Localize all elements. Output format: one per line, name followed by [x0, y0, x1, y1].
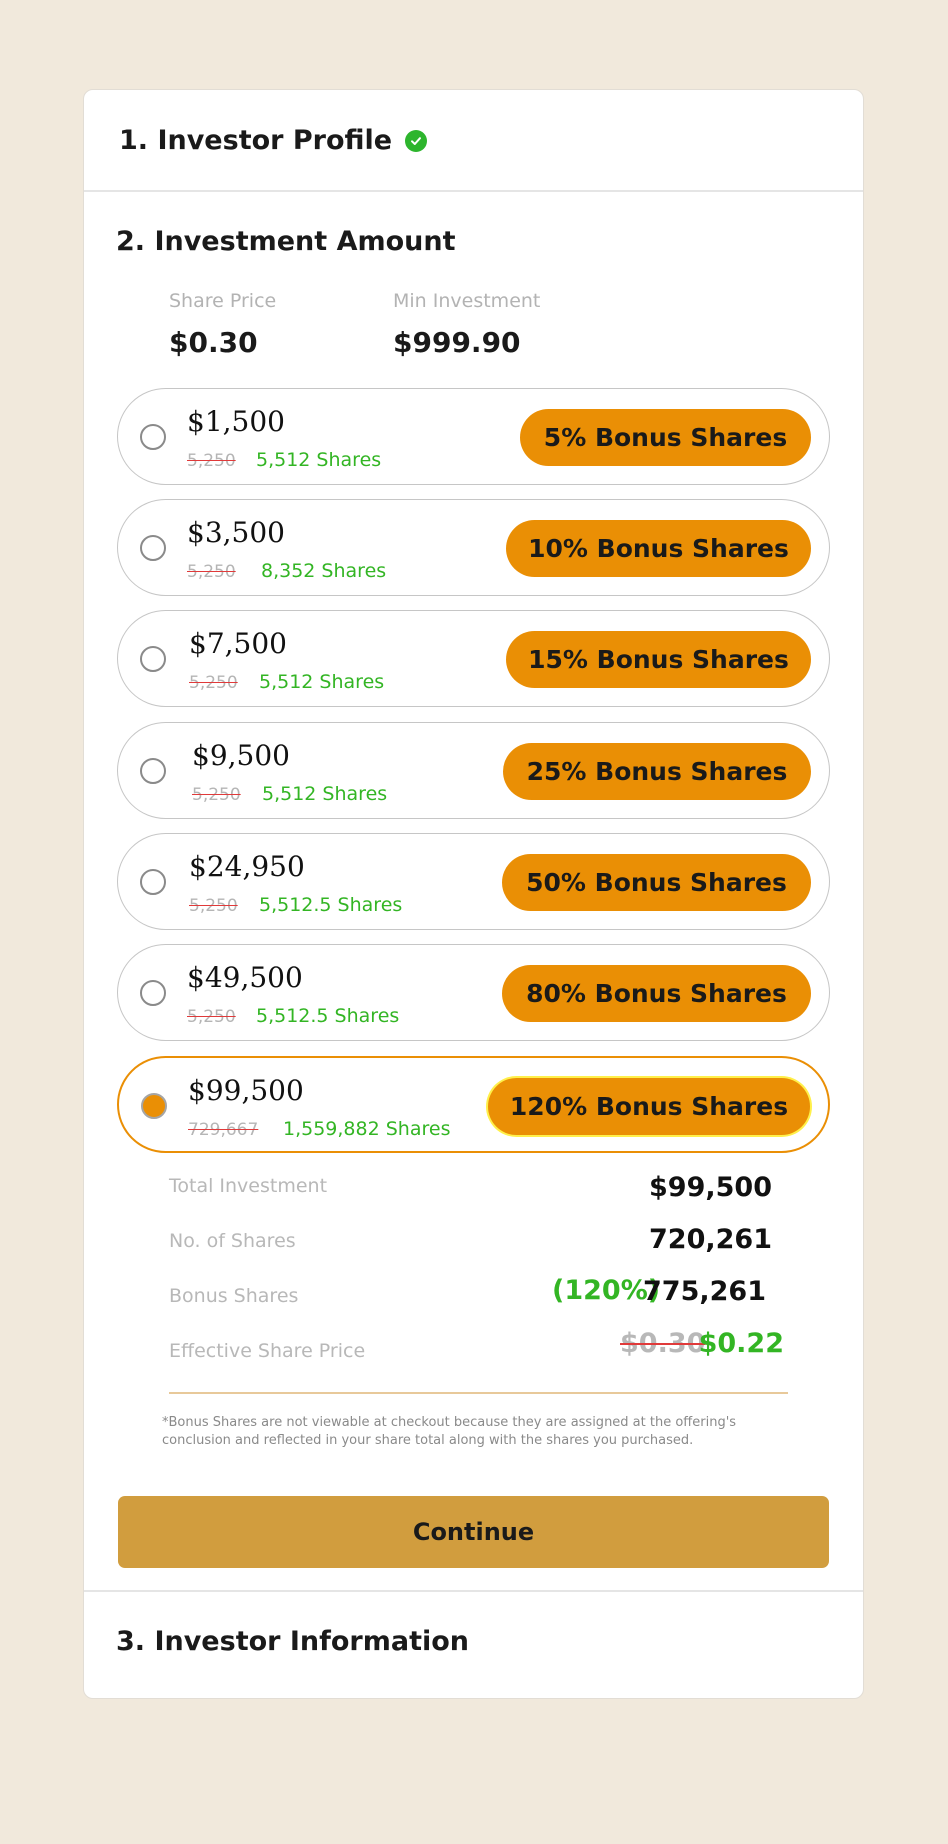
bonus-badge: 50% Bonus Shares	[502, 854, 811, 911]
effective-price-new: $0.22	[698, 1328, 784, 1359]
no-of-shares-value: 720,261	[649, 1224, 772, 1255]
option-old-shares: 5,250	[187, 562, 236, 582]
bonus-footnote: *Bonus Shares are not viewable at checko…	[162, 1415, 737, 1448]
option-old-shares: 5,250	[189, 896, 238, 916]
total-investment-value: $99,500	[649, 1172, 772, 1203]
total-investment-label: Total Investment	[169, 1175, 328, 1197]
option-old-shares: 5,250	[189, 673, 238, 693]
radio-button[interactable]	[140, 424, 166, 450]
option-new-shares: 8,352 Shares	[261, 560, 387, 582]
option-amount: $7,500	[189, 627, 287, 660]
bonus-shares-label: Bonus Shares	[169, 1285, 299, 1307]
step2-title: 2. Investment Amount	[116, 226, 456, 257]
continue-button[interactable]: Continue	[118, 1496, 829, 1568]
effective-price-old: $0.30	[620, 1328, 706, 1359]
option-old-shares: 729,667	[188, 1120, 259, 1140]
radio-button[interactable]	[140, 646, 166, 672]
divider	[84, 1590, 863, 1592]
investment-option-49500[interactable]: $49,500 5,250 5,512.5 Shares 80% Bonus S…	[117, 944, 830, 1041]
option-amount: $9,500	[192, 739, 290, 772]
option-amount: $1,500	[187, 405, 285, 438]
checkout-card: 1. Investor Profile 2. Investment Amount…	[83, 89, 864, 1699]
step-investor-profile[interactable]: 1. Investor Profile	[119, 125, 428, 156]
option-old-shares: 5,250	[192, 785, 241, 805]
option-new-shares: 1,559,882 Shares	[283, 1118, 451, 1140]
step1-title: 1. Investor Profile	[119, 125, 393, 156]
option-old-shares: 5,250	[187, 1007, 236, 1027]
radio-button-selected[interactable]	[141, 1093, 167, 1119]
share-price-value: $0.30	[169, 326, 258, 359]
bonus-badge: 25% Bonus Shares	[503, 743, 811, 800]
effective-price-label: Effective Share Price	[169, 1340, 366, 1362]
investment-option-99500[interactable]: $99,500 729,667 1,559,882 Shares 120% Bo…	[117, 1056, 830, 1153]
min-investment-label: Min Investment	[393, 290, 541, 312]
investment-option-1500[interactable]: $1,500 5,250 5,512 Shares 5% Bonus Share…	[117, 388, 830, 485]
investment-option-9500[interactable]: $9,500 5,250 5,512 Shares 25% Bonus Shar…	[117, 722, 830, 819]
step-investor-information[interactable]: 3. Investor Information	[116, 1626, 469, 1657]
divider	[84, 190, 863, 192]
option-amount: $49,500	[187, 961, 303, 994]
option-new-shares: 5,512 Shares	[259, 671, 385, 693]
bonus-badge: 15% Bonus Shares	[506, 631, 811, 688]
option-amount: $99,500	[188, 1074, 304, 1107]
option-new-shares: 5,512.5 Shares	[259, 894, 403, 916]
bonus-badge: 10% Bonus Shares	[506, 520, 811, 577]
option-new-shares: 5,512 Shares	[256, 449, 382, 471]
option-new-shares: 5,512.5 Shares	[256, 1005, 400, 1027]
bonus-badge: 120% Bonus Shares	[488, 1078, 810, 1135]
option-amount: $3,500	[187, 516, 285, 549]
share-price-label: Share Price	[169, 290, 277, 312]
radio-button[interactable]	[140, 869, 166, 895]
min-investment-value: $999.90	[393, 326, 521, 359]
radio-button[interactable]	[140, 535, 166, 561]
option-old-shares: 5,250	[187, 451, 236, 471]
bonus-shares-value: 775,261	[643, 1276, 766, 1307]
investment-option-24950[interactable]: $24,950 5,250 5,512.5 Shares 50% Bonus S…	[117, 833, 830, 930]
radio-button[interactable]	[140, 758, 166, 784]
investment-option-7500[interactable]: $7,500 5,250 5,512 Shares 15% Bonus Shar…	[117, 610, 830, 707]
investment-option-3500[interactable]: $3,500 5,250 8,352 Shares 10% Bonus Shar…	[117, 499, 830, 596]
option-amount: $24,950	[189, 850, 305, 883]
check-circle-icon	[405, 129, 428, 152]
summary-divider	[169, 1392, 788, 1394]
bonus-badge: 80% Bonus Shares	[502, 965, 811, 1022]
no-of-shares-label: No. of Shares	[169, 1230, 296, 1252]
bonus-badge: 5% Bonus Shares	[520, 409, 811, 466]
option-new-shares: 5,512 Shares	[262, 783, 388, 805]
radio-button[interactable]	[140, 980, 166, 1006]
